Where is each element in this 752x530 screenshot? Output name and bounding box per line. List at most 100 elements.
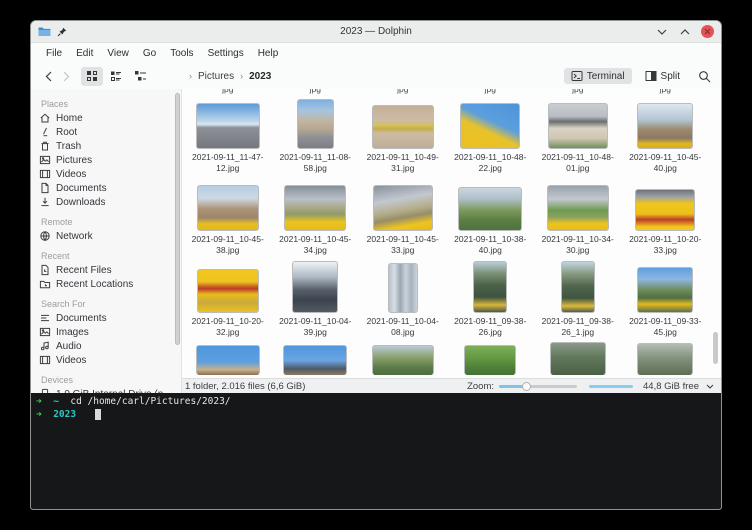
close-button[interactable] (701, 25, 714, 38)
video-icon (39, 168, 51, 180)
sidebar-item[interactable]: 1,0 GiB Internal Drive (nvme… (31, 387, 181, 393)
sidebar-item[interactable]: Network (31, 229, 181, 243)
file-name: 2021-09-11_10-20-32.jpg (192, 316, 264, 337)
terminal-toggle-label: Terminal (587, 71, 625, 82)
zoom-slider[interactable] (499, 382, 577, 391)
sidebar-section: Search For Documents Images Audio (31, 299, 181, 367)
file-thumbnail (635, 189, 695, 231)
download-icon (39, 196, 51, 208)
maximize-button[interactable] (678, 25, 692, 39)
menubar-item[interactable]: Go (137, 46, 162, 61)
sidebar-item[interactable]: Videos (31, 167, 181, 181)
file-thumbnail (547, 185, 609, 231)
sidebar-item-label: Documents (56, 313, 107, 324)
minimize-button[interactable] (655, 25, 669, 39)
statusbar-chevron-down-icon[interactable] (706, 384, 714, 389)
file-item[interactable]: 2021-09-11_10-34-30.jpg (534, 177, 622, 259)
file-thumbnail[interactable] (372, 345, 434, 375)
sidebar-item[interactable]: Documents (31, 311, 181, 325)
sidebar-section-header: Remote (41, 217, 181, 227)
icons-view-button[interactable] (81, 67, 103, 86)
file-item[interactable]: 2021-09-11_10-45-40.jpg (622, 95, 710, 177)
back-button[interactable] (39, 67, 57, 85)
menubar-item[interactable]: Edit (70, 46, 99, 61)
folder-view[interactable]: jpgjpgjpgjpgjpgjpg 2021-09-11_11-47-12.j… (182, 89, 721, 378)
document-icon (39, 182, 51, 194)
sidebar-item[interactable]: Recent Locations (31, 277, 181, 291)
file-name: 2021-09-11_10-49-31.jpg (367, 152, 439, 173)
menubar: File Edit View Go Tools Settings Help (31, 43, 721, 63)
window-title: 2023 — Dolphin (31, 26, 721, 37)
sidebar-item[interactable]: Images (31, 325, 181, 339)
file-thumbnail (473, 261, 507, 313)
sidebar-item[interactable]: Documents (31, 181, 181, 195)
terminal-line: ➜ ~ cd /home/carl/Pictures/2023/ (36, 395, 721, 408)
split-view-button[interactable]: Split (638, 68, 687, 84)
file-item[interactable]: 2021-09-11_09-38-26.jpg (447, 259, 535, 341)
terminal-toggle-button[interactable]: Terminal (564, 68, 632, 84)
sidebar-section-header: Recent (41, 251, 181, 261)
file-item[interactable]: 2021-09-11_10-48-01.jpg (534, 95, 622, 177)
file-thumbnail (561, 261, 595, 313)
menubar-item[interactable]: Settings (202, 46, 250, 61)
file-thumbnail[interactable] (283, 345, 347, 375)
sidebar-item[interactable]: Root (31, 125, 181, 139)
menubar-item[interactable]: View (101, 46, 135, 61)
sidebar-item-label: Network (56, 231, 93, 242)
sidebar-item[interactable]: Downloads (31, 195, 181, 209)
sidebar-item[interactable]: Home (31, 111, 181, 125)
terminal-panel[interactable]: ➜ ~ cd /home/carl/Pictures/2023/ ➜ 2023 (31, 393, 721, 509)
file-thumbnail[interactable] (550, 342, 606, 375)
details-view-button[interactable] (105, 67, 127, 86)
breadcrumb-item[interactable]: Pictures (195, 70, 237, 83)
file-item[interactable]: 2021-09-11_11-08-58.jpg (272, 95, 360, 177)
file-name: 2021-09-11_10-45-40.jpg (629, 152, 701, 173)
file-item[interactable]: 2021-09-11_11-47-12.jpg (184, 95, 272, 177)
menubar-item[interactable]: Help (252, 46, 285, 61)
file-item[interactable]: 2021-09-11_10-45-38.jpg (184, 177, 272, 259)
file-thumbnail (548, 103, 608, 149)
titlebar[interactable]: 2023 — Dolphin (31, 21, 721, 43)
sidebar-item-label: Trash (56, 141, 81, 152)
file-item[interactable]: 2021-09-11_10-48-22.jpg (447, 95, 535, 177)
file-item[interactable]: 2021-09-11_09-33-45.jpg (622, 259, 710, 341)
free-space-bar (589, 385, 633, 388)
sidebar-item[interactable]: Recent Files (31, 263, 181, 277)
file-item[interactable]: 2021-09-11_10-04-08.jpg (359, 259, 447, 341)
file-item[interactable]: 2021-09-11_10-20-33.jpg (622, 177, 710, 259)
file-thumbnail (388, 263, 418, 313)
file-item[interactable]: 2021-09-11_09-38-26_1.jpg (534, 259, 622, 341)
file-item[interactable]: 2021-09-11_10-38-40.jpg (447, 177, 535, 259)
file-item[interactable]: 2021-09-11_10-49-31.jpg (359, 95, 447, 177)
file-name: 2021-09-11_10-04-39.jpg (279, 316, 351, 337)
sidebar-section-header: Devices (41, 375, 181, 385)
sidebar-item[interactable]: Trash (31, 139, 181, 153)
file-name: 2021-09-11_11-08-58.jpg (279, 152, 351, 173)
statusbar: 1 folder, 2.016 files (6,6 GiB) Zoom: 44… (182, 378, 721, 393)
sidebar-item[interactable]: Pictures (31, 153, 181, 167)
menubar-item[interactable]: Tools (164, 46, 199, 61)
breadcrumb-item[interactable]: 2023 (246, 70, 274, 83)
root-icon (39, 126, 51, 138)
file-thumbnail[interactable] (637, 343, 693, 375)
home-icon (39, 112, 51, 124)
search-icon[interactable] (695, 67, 713, 85)
file-item[interactable]: 2021-09-11_10-04-39.jpg (272, 259, 360, 341)
file-item[interactable]: 2021-09-11_10-45-34.jpg (272, 177, 360, 259)
menubar-item[interactable]: File (40, 46, 68, 61)
zoom-slider-handle[interactable] (522, 382, 531, 391)
file-thumbnail[interactable] (464, 345, 516, 375)
file-thumbnail[interactable] (196, 345, 260, 375)
file-item[interactable]: 2021-09-11_10-20-32.jpg (184, 259, 272, 341)
pin-icon[interactable] (57, 27, 67, 37)
tree-view-button[interactable] (129, 67, 151, 86)
network-icon (39, 230, 51, 242)
file-thumbnail (297, 99, 334, 149)
sidebar-item[interactable]: Audio (31, 339, 181, 353)
file-item[interactable]: 2021-09-11_10-45-33.jpg (359, 177, 447, 259)
sidebar-item[interactable]: Videos (31, 353, 181, 367)
breadcrumb-separator-icon: › (240, 71, 243, 81)
forward-button[interactable] (57, 67, 75, 85)
view-scrollbar[interactable] (713, 332, 718, 364)
sidebar-scrollbar[interactable] (175, 93, 180, 375)
